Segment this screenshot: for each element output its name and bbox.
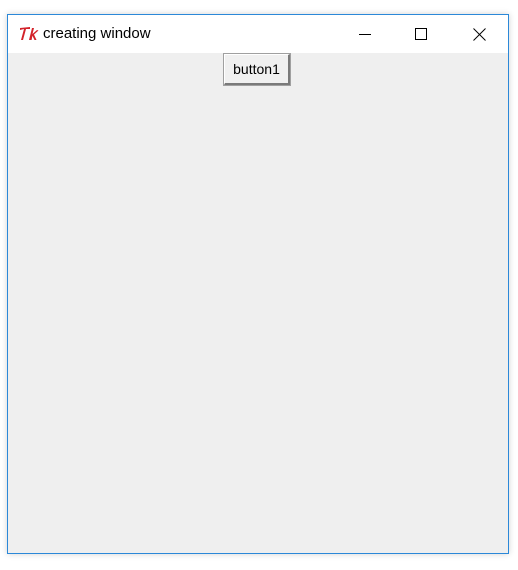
- close-button[interactable]: [456, 15, 502, 53]
- title-bar[interactable]: creating window: [8, 15, 508, 53]
- maximize-icon: [415, 28, 427, 40]
- minimize-button[interactable]: [342, 15, 388, 53]
- app-window: creating window button1: [7, 14, 509, 554]
- tk-feather-icon: [19, 25, 39, 43]
- close-icon: [472, 27, 486, 41]
- window-title: creating window: [43, 25, 151, 42]
- button1[interactable]: button1: [223, 53, 291, 86]
- window-client-area: button1: [8, 53, 508, 553]
- maximize-button[interactable]: [398, 15, 444, 53]
- minimize-icon: [359, 28, 371, 40]
